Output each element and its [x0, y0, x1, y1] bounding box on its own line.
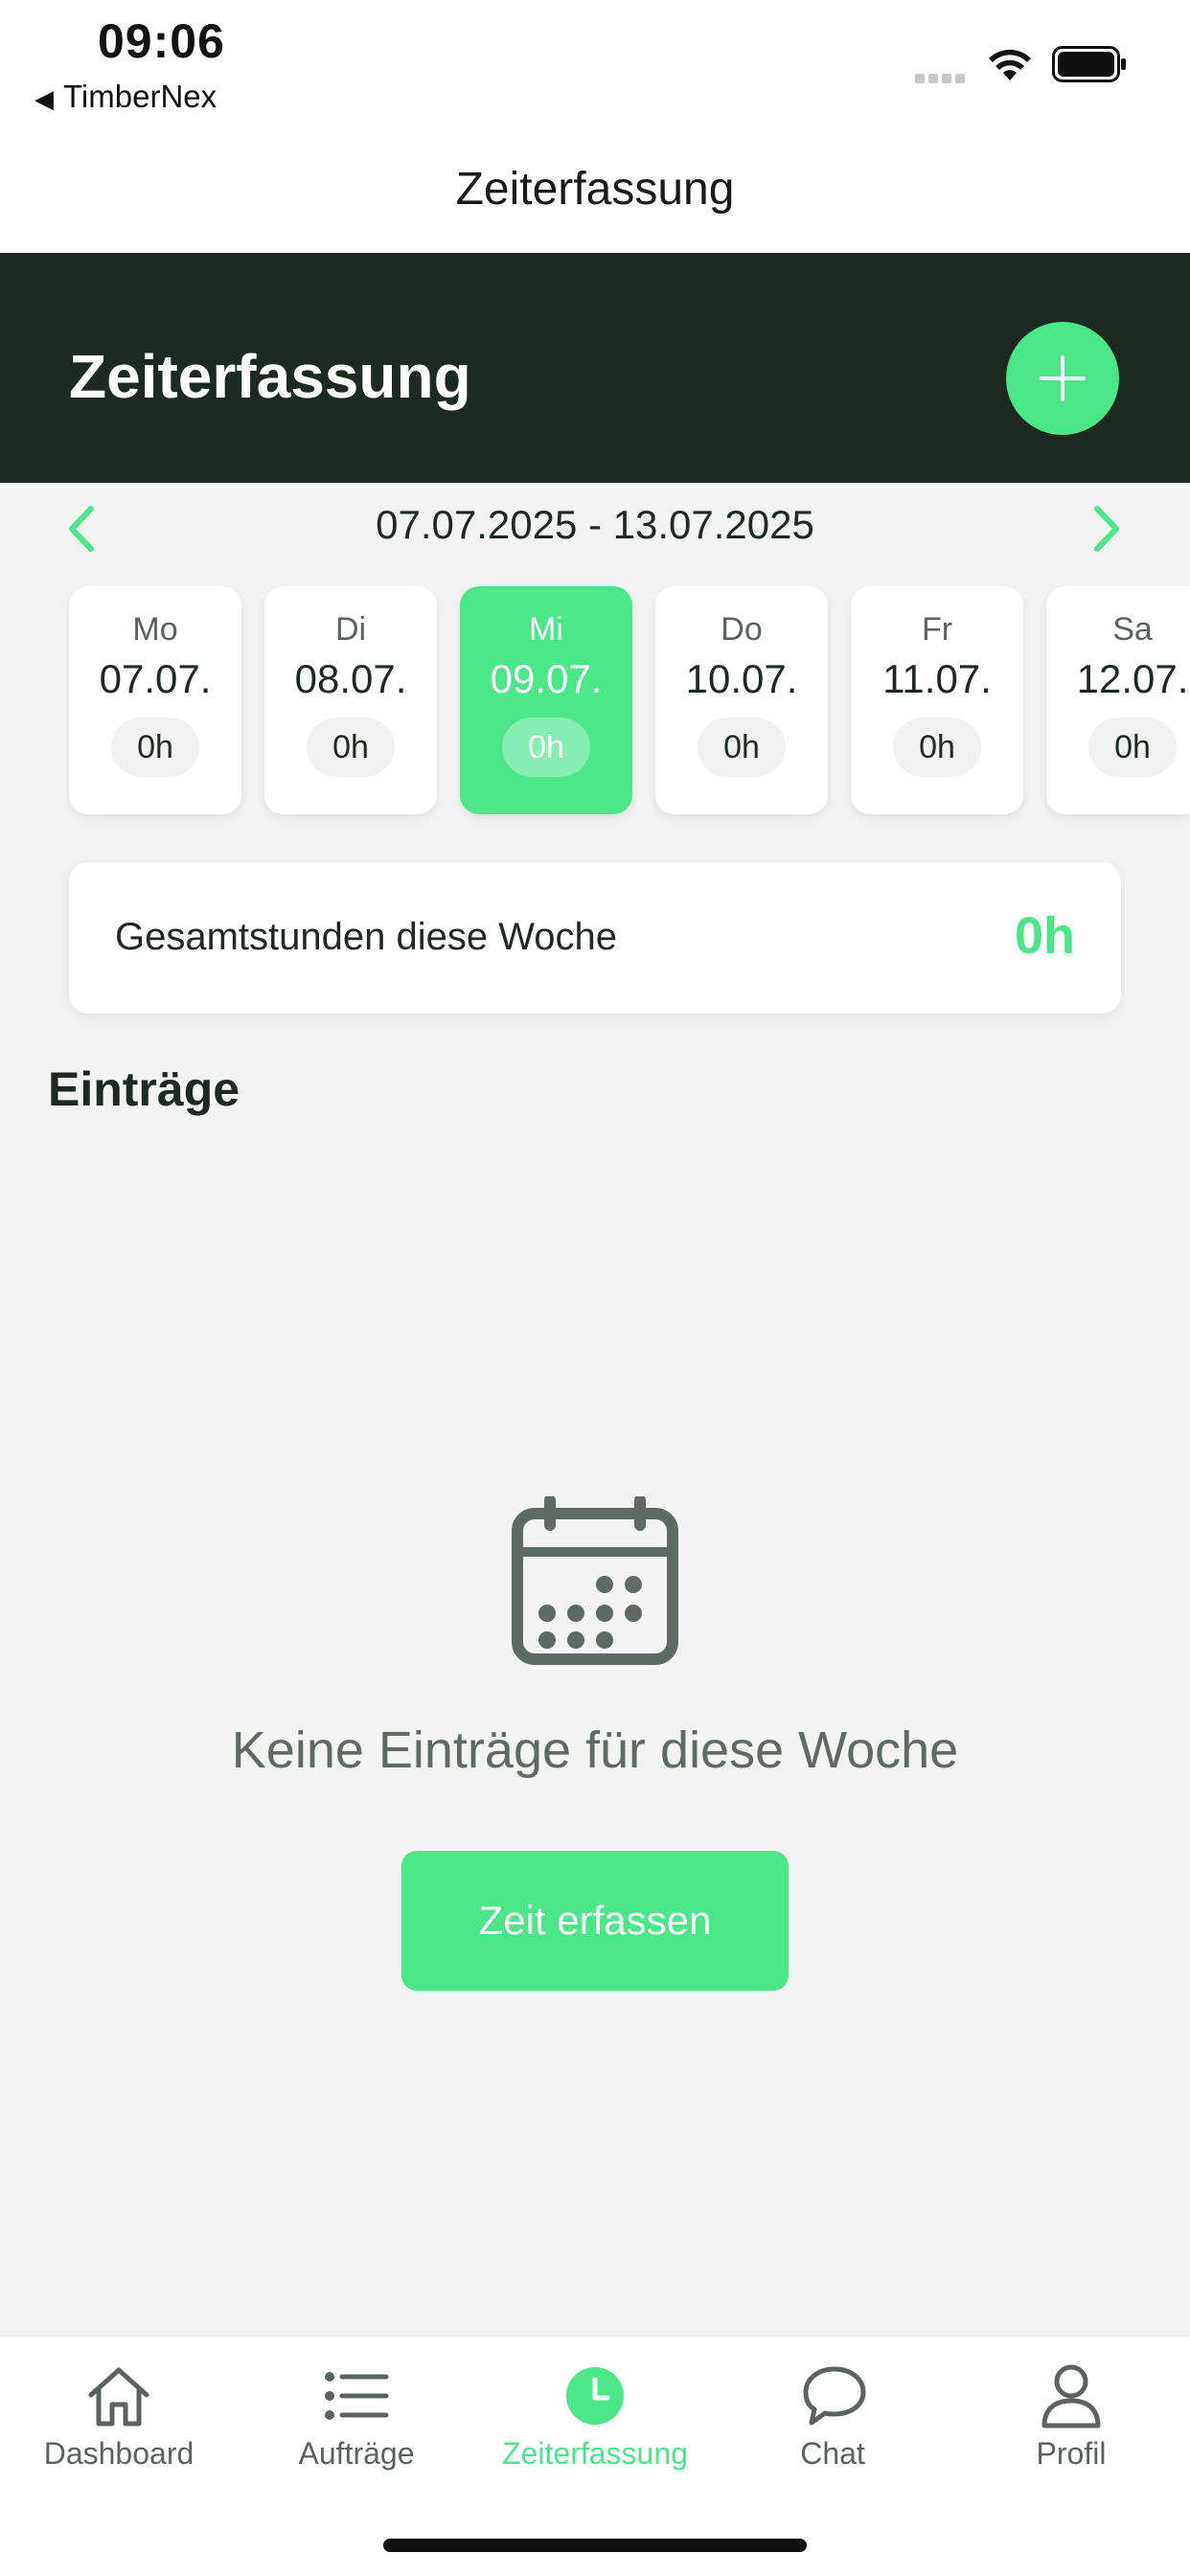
- battery-icon: [1052, 46, 1126, 82]
- back-to-app-link[interactable]: ◀ TimberNex: [34, 79, 217, 115]
- add-entry-button[interactable]: [1006, 322, 1119, 435]
- profile-icon: [1041, 2364, 1101, 2428]
- tab-profil[interactable]: Profil: [952, 2337, 1190, 2509]
- plus-icon: [1040, 355, 1086, 401]
- week-range: 07.07.2025 - 13.07.2025: [376, 502, 814, 547]
- day-card-di[interactable]: Di 08.07. 0h: [264, 586, 437, 814]
- day-card-fr[interactable]: Fr 11.07. 0h: [851, 586, 1023, 814]
- day-name: Fr: [921, 611, 953, 648]
- home-icon: [88, 2367, 149, 2427]
- nav-title: Zeiterfassung: [455, 164, 735, 215]
- day-card-mo[interactable]: Mo 07.07. 0h: [69, 586, 241, 814]
- empty-state-text: Keine Einträge für diese Woche: [231, 1721, 959, 1779]
- status-bar: 09:06 ◀ TimberNex: [0, 0, 1190, 125]
- day-hours-badge: 0h: [1088, 718, 1177, 777]
- tab-auftraege[interactable]: Aufträge: [238, 2337, 475, 2509]
- back-triangle-icon: ◀: [34, 84, 54, 113]
- day-hours-badge: 0h: [893, 718, 981, 777]
- day-date: 12.07.: [1076, 656, 1189, 701]
- entries-heading: Einträge: [48, 1062, 240, 1116]
- day-date: 08.07.: [294, 656, 407, 701]
- day-date: 09.07.: [490, 656, 603, 701]
- next-week-button[interactable]: [1079, 500, 1136, 558]
- day-name: Sa: [1112, 611, 1153, 648]
- weekly-total-label: Gesamtstunden diese Woche: [115, 916, 618, 958]
- day-hours-badge: 0h: [698, 718, 786, 777]
- calendar-icon: [512, 1496, 678, 1665]
- day-name: Di: [334, 611, 367, 648]
- tab-chat[interactable]: Chat: [714, 2337, 951, 2509]
- day-date: 10.07.: [685, 656, 798, 701]
- day-name: Do: [721, 611, 763, 648]
- tab-dashboard[interactable]: Dashboard: [0, 2337, 238, 2509]
- status-time: 09:06: [98, 14, 225, 68]
- day-hours-badge: 0h: [307, 718, 395, 777]
- navigation-bar: Zeiterfassung: [0, 125, 1190, 253]
- tab-label: Chat: [800, 2436, 865, 2471]
- tab-label: Zeiterfassung: [502, 2436, 688, 2471]
- list-icon: [325, 2372, 389, 2420]
- tab-label: Aufträge: [298, 2436, 415, 2471]
- day-date: 07.07.: [99, 656, 212, 701]
- page-title: Zeiterfassung: [69, 342, 471, 411]
- day-name: Mi: [529, 611, 563, 648]
- day-hours-badge: 0h: [111, 718, 199, 777]
- weekly-total-value: 0h: [1014, 907, 1075, 965]
- day-hours-badge: 0h: [502, 718, 590, 777]
- day-card-sa[interactable]: Sa 12.07. 0h: [1046, 586, 1190, 814]
- tab-label: Profil: [1036, 2436, 1107, 2471]
- chevron-right-icon: [1094, 506, 1119, 552]
- tab-zeiterfassung-active[interactable]: Zeiterfassung: [476, 2337, 714, 2509]
- cellular-signal-icon: [915, 71, 973, 83]
- wifi-icon: [989, 49, 1031, 80]
- day-card-do[interactable]: Do 10.07. 0h: [655, 586, 828, 814]
- day-date: 11.07.: [882, 656, 992, 701]
- record-time-button[interactable]: Zeit erfassen: [401, 1851, 789, 1991]
- chat-icon: [803, 2366, 866, 2426]
- day-name: Mo: [132, 611, 178, 648]
- day-card-mi-selected[interactable]: Mi 09.07. 0h: [460, 586, 632, 814]
- tab-label: Dashboard: [43, 2436, 195, 2471]
- clock-icon: [566, 2367, 624, 2425]
- home-indicator[interactable]: [383, 2539, 807, 2552]
- back-app-label: TimberNex: [63, 79, 217, 114]
- page-header: Zeiterfassung: [0, 253, 1190, 483]
- weekly-total-card: Gesamtstunden diese Woche 0h: [69, 862, 1121, 1014]
